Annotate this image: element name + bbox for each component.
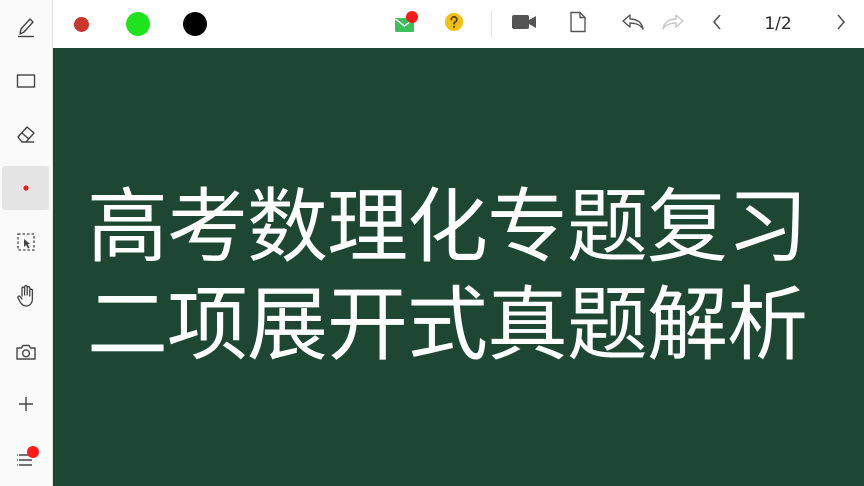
next-page-icon xyxy=(835,13,847,35)
prev-page-button[interactable] xyxy=(703,0,731,48)
top-toolbar: 1/2 xyxy=(53,0,864,48)
laser-pointer-icon xyxy=(21,183,31,193)
laser-pointer-tool-button[interactable] xyxy=(2,166,49,210)
next-page-button[interactable] xyxy=(827,0,855,48)
menu-button[interactable] xyxy=(2,436,49,480)
page-indicator: 1/2 xyxy=(764,14,792,34)
camera-icon xyxy=(15,343,37,361)
green-color-swatch xyxy=(126,12,150,36)
video-icon xyxy=(511,14,537,34)
black-color-swatch xyxy=(183,12,207,36)
video-button[interactable] xyxy=(508,0,540,48)
help-button[interactable] xyxy=(441,0,467,48)
camera-tool-button[interactable] xyxy=(2,330,49,374)
undo-icon xyxy=(621,12,645,36)
selection-tool-button[interactable] xyxy=(2,220,49,264)
eraser-tool-button[interactable] xyxy=(2,112,49,156)
notification-dot xyxy=(27,446,39,458)
message-badge xyxy=(406,11,418,23)
help-icon xyxy=(444,12,464,36)
selection-icon xyxy=(16,232,36,252)
redo-icon xyxy=(661,12,685,36)
whiteboard-canvas[interactable]: 高考数理化专题复习 二项展开式真题解析 xyxy=(53,48,864,486)
add-icon xyxy=(17,395,35,413)
color-green-button[interactable] xyxy=(123,0,153,48)
toolbar-divider xyxy=(491,10,492,38)
pen-icon xyxy=(16,16,36,38)
hand-icon xyxy=(15,284,37,308)
tool-sidebar xyxy=(0,0,53,486)
undo-button[interactable] xyxy=(617,0,649,48)
red-color-swatch xyxy=(73,16,89,32)
message-button[interactable] xyxy=(390,0,420,48)
add-page-button[interactable] xyxy=(2,382,49,426)
rectangle-tool-button[interactable] xyxy=(2,59,49,103)
eraser-icon xyxy=(15,123,37,145)
hand-tool-button[interactable] xyxy=(2,274,49,318)
file-icon xyxy=(569,11,587,37)
redo-button[interactable] xyxy=(657,0,689,48)
board-text-line-2: 二项展开式真题解析 xyxy=(87,279,808,373)
color-black-button[interactable] xyxy=(180,0,210,48)
rectangle-icon xyxy=(16,73,36,89)
prev-page-icon xyxy=(711,13,723,35)
color-red-button[interactable] xyxy=(67,0,95,48)
file-button[interactable] xyxy=(563,0,593,48)
board-text-line-1: 高考数理化专题复习 xyxy=(87,181,808,275)
pen-tool-button[interactable] xyxy=(2,5,49,49)
